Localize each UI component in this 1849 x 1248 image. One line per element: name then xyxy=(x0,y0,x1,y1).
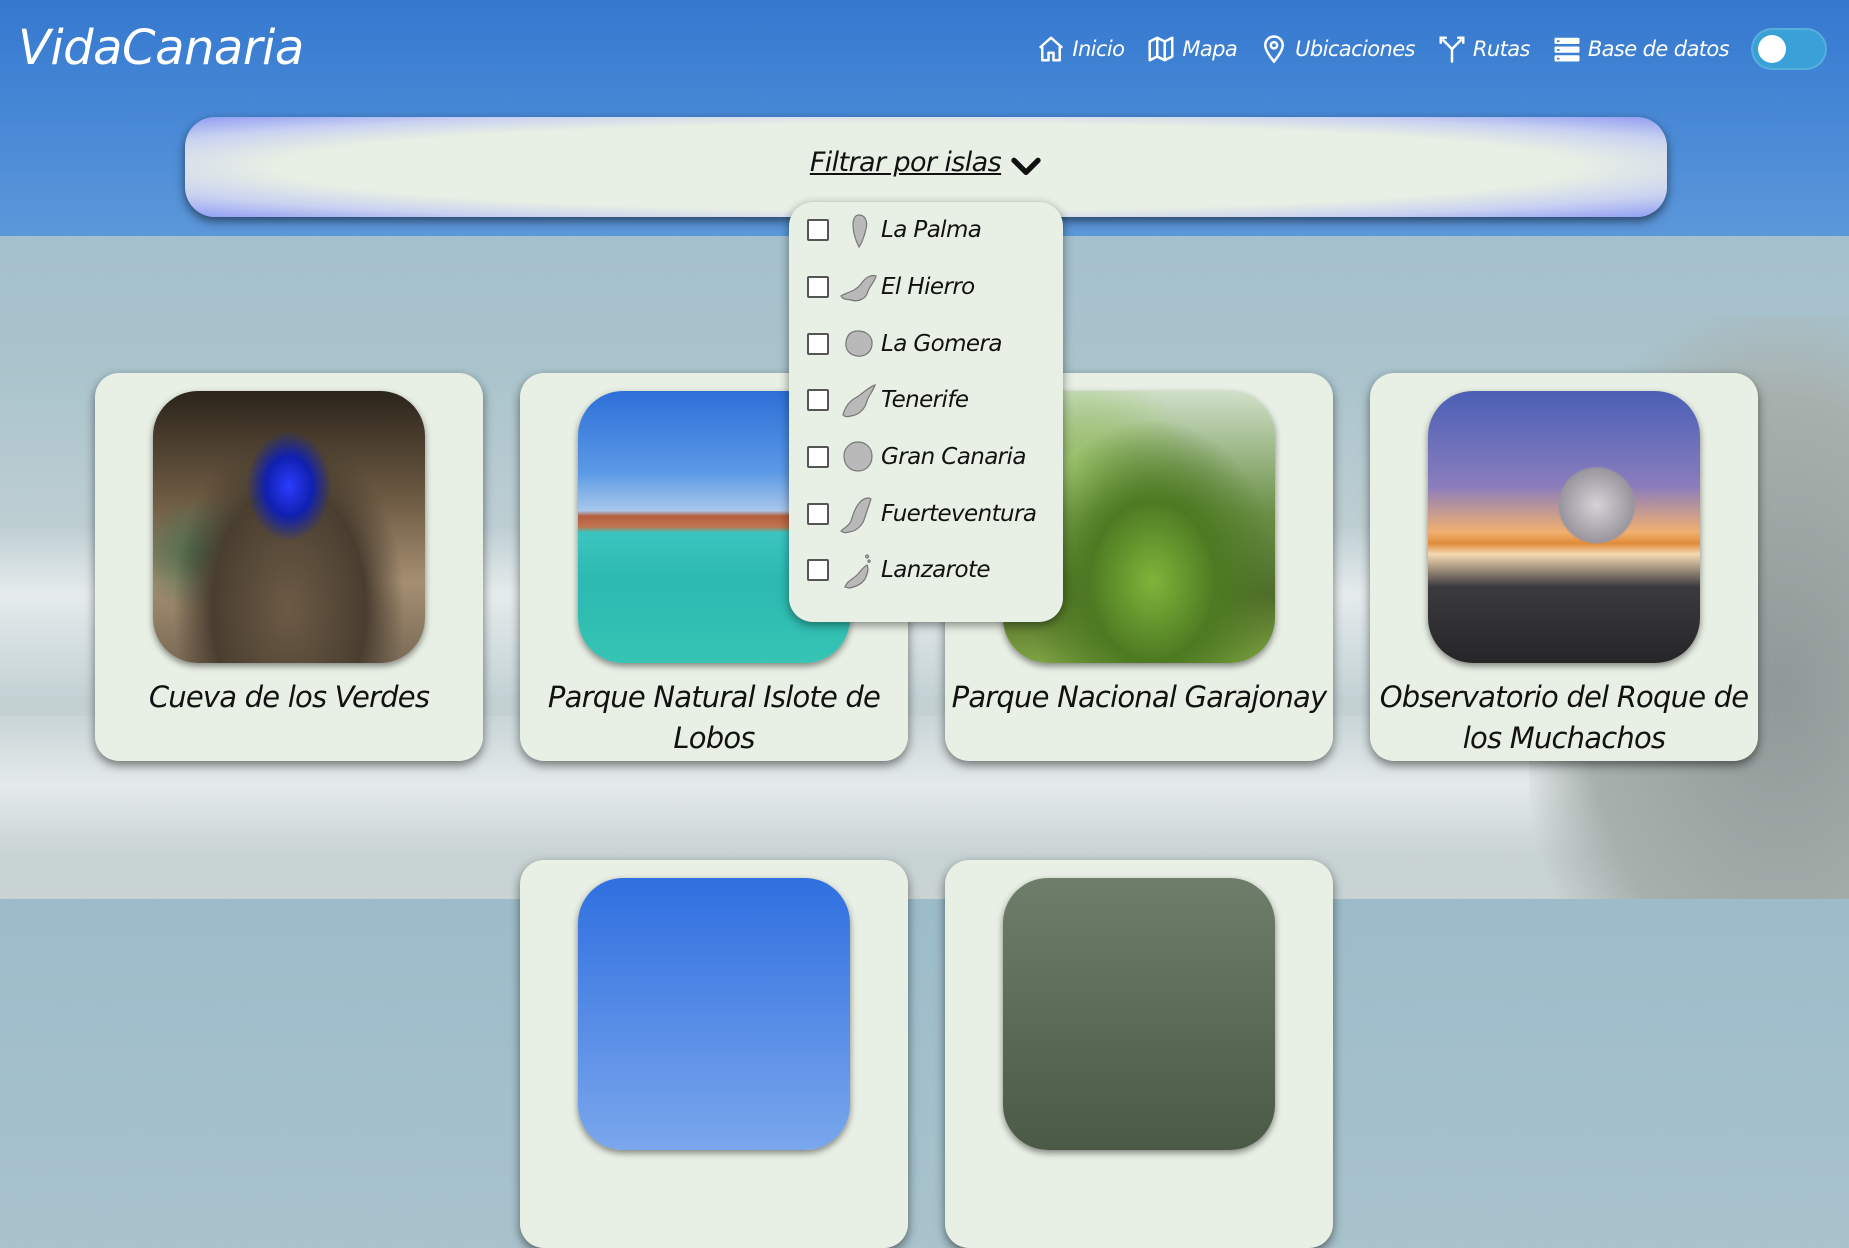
island-option-fuerteventura[interactable]: Fuerteventura xyxy=(807,494,1037,534)
place-title: Parque Natural Islote de Lobos xyxy=(547,680,881,755)
island-checkbox[interactable] xyxy=(807,503,829,525)
island-label: Gran Canaria xyxy=(881,444,1026,470)
gran-canaria-island-icon xyxy=(843,441,873,472)
la-gomera-island-icon xyxy=(845,330,873,357)
island-dropdown: La Palma El Hierro La Gomera Tenerife Gran C… xyxy=(789,202,1063,622)
nav-item-label: Inicio xyxy=(1072,37,1125,61)
island-option-la-gomera[interactable]: La Gomera xyxy=(807,324,1002,364)
island-label: Tenerife xyxy=(881,387,969,413)
lanzarote-island-icon xyxy=(844,554,871,589)
nav-item-mapa[interactable]: Mapa xyxy=(1146,34,1238,64)
place-photo xyxy=(578,878,850,1150)
place-title: Observatorio del Roque de los Muchachos xyxy=(1379,680,1749,755)
place-photo xyxy=(1428,391,1700,663)
database-list-icon xyxy=(1554,37,1580,62)
tenerife-island-icon xyxy=(842,384,876,418)
island-checkbox[interactable] xyxy=(807,276,829,298)
island-checkbox[interactable] xyxy=(807,333,829,355)
location-pin-icon xyxy=(1264,35,1285,64)
site-logo[interactable]: VidaCanaria xyxy=(18,20,304,76)
island-label: Fuerteventura xyxy=(881,501,1037,527)
nav-item-inicio[interactable]: Inicio xyxy=(1036,34,1125,64)
nav-item-rutas[interactable]: Rutas xyxy=(1437,34,1530,64)
nav-item-label: Base de datos xyxy=(1587,37,1730,61)
island-label: La Palma xyxy=(881,217,982,243)
island-option-gran-canaria[interactable]: Gran Canaria xyxy=(807,437,1026,477)
island-label: Lanzarote xyxy=(881,557,991,583)
place-card[interactable]: Observatorio del Roque de los Muchachos xyxy=(1370,373,1758,761)
chevron-down-icon xyxy=(1011,157,1041,175)
place-photo xyxy=(153,391,425,663)
site-header: VidaCanaria Inicio Mapa Ubicaciones Ruta… xyxy=(0,0,1849,236)
map-icon xyxy=(1148,36,1174,62)
island-checkbox[interactable] xyxy=(807,559,829,581)
route-fork-icon xyxy=(1439,36,1465,63)
la-palma-island-icon xyxy=(852,214,868,249)
main-nav: Inicio Mapa Ubicaciones Rutas Base de da… xyxy=(1036,28,1827,70)
nav-item-base-de-datos[interactable]: Base de datos xyxy=(1552,34,1730,64)
home-icon xyxy=(1039,36,1064,62)
nav-item-label: Rutas xyxy=(1472,37,1531,61)
island-label: El Hierro xyxy=(881,274,975,300)
place-photo xyxy=(1003,878,1275,1150)
fuerteventura-island-icon xyxy=(840,497,872,534)
island-checkbox[interactable] xyxy=(807,446,829,468)
filter-toggle[interactable]: Filtrar por islas xyxy=(185,147,1667,178)
place-card[interactable] xyxy=(520,860,908,1248)
nav-item-ubicaciones[interactable]: Ubicaciones xyxy=(1259,34,1415,64)
island-option-lanzarote[interactable]: Lanzarote xyxy=(807,550,991,590)
island-label: La Gomera xyxy=(881,331,1002,357)
island-option-el-hierro[interactable]: El Hierro xyxy=(807,267,975,307)
island-checkbox[interactable] xyxy=(807,219,829,241)
theme-toggle[interactable] xyxy=(1751,28,1827,70)
el-hierro-island-icon xyxy=(840,274,877,302)
toggle-knob xyxy=(1758,35,1786,63)
place-card[interactable]: Cueva de los Verdes xyxy=(95,373,483,761)
place-title: Cueva de los Verdes xyxy=(148,680,430,714)
island-option-la-palma[interactable]: La Palma xyxy=(807,210,982,250)
place-title: Parque Nacional Garajonay xyxy=(951,680,1328,714)
island-option-tenerife[interactable]: Tenerife xyxy=(807,380,969,420)
filter-label: Filtrar por islas xyxy=(809,147,1002,178)
nav-item-label: Ubicaciones xyxy=(1295,37,1415,61)
nav-item-label: Mapa xyxy=(1182,37,1238,61)
place-card[interactable] xyxy=(945,860,1333,1248)
island-checkbox[interactable] xyxy=(807,389,829,411)
